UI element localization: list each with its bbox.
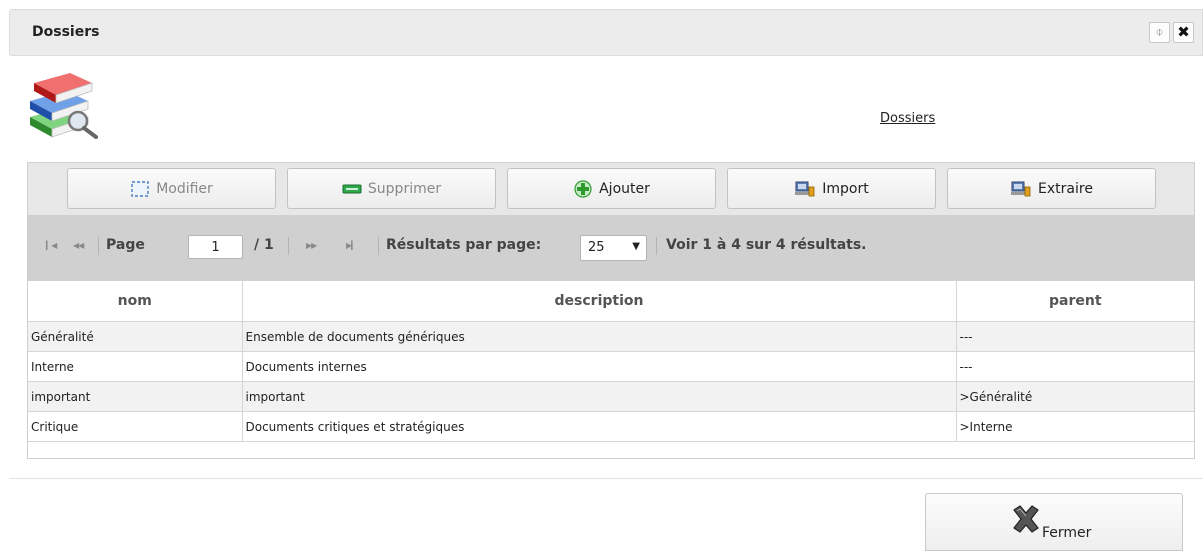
table-row[interactable]: Généralité Ensemble de documents génériq…: [28, 321, 1194, 352]
fermer-button[interactable]: Fermer: [925, 493, 1183, 551]
modifier-label: Modifier: [156, 180, 213, 197]
grid-toolbar: Modifier Supprimer Ajouter Import Extrai…: [28, 163, 1194, 215]
window-titlebar: Dossiers ⌽ ✖: [9, 9, 1203, 56]
ajouter-button[interactable]: Ajouter: [507, 168, 716, 209]
extraire-button[interactable]: Extraire: [947, 168, 1156, 209]
per-page-value: 25: [588, 240, 605, 255]
cell-description: important: [242, 381, 957, 412]
dossiers-grid: Modifier Supprimer Ajouter Import Extrai…: [27, 162, 1195, 459]
ajouter-label: Ajouter: [599, 180, 650, 197]
breadcrumb-dossiers-link[interactable]: Dossiers: [880, 111, 935, 126]
supprimer-button[interactable]: Supprimer: [287, 168, 496, 209]
page-number-input[interactable]: [188, 235, 243, 259]
fermer-label: Fermer: [1042, 525, 1092, 541]
import-label: Import: [822, 180, 869, 197]
import-button[interactable]: Import: [727, 168, 936, 209]
edit-frame-icon: [131, 180, 149, 197]
extraire-label: Extraire: [1038, 180, 1093, 197]
window-title: Dossiers: [32, 24, 100, 40]
column-header-parent[interactable]: parent: [956, 281, 1194, 322]
results-summary: Voir 1 à 4 sur 4 résultats.: [666, 237, 867, 253]
refresh-button[interactable]: ⌽: [1149, 22, 1170, 43]
column-header-nom[interactable]: nom: [28, 281, 243, 322]
cell-description: Ensemble de documents génériques: [242, 321, 957, 352]
table-row[interactable]: important important >Généralité: [28, 381, 1194, 412]
pager-separator: [288, 237, 289, 255]
supprimer-label: Supprimer: [367, 180, 442, 197]
cell-parent: >Généralité: [956, 381, 1194, 412]
first-page-icon[interactable]: ▎◀: [46, 241, 57, 250]
refresh-icon: ⌽: [1155, 25, 1164, 40]
plus-icon: [574, 179, 592, 198]
grid-pager: ▎◀ ◀◀ Page / 1 ▶▶ ▶▎ Résultats par page:…: [28, 215, 1194, 281]
cell-parent: >Interne: [956, 411, 1194, 442]
table-header-row: nom description parent: [28, 281, 1194, 322]
cell-description: Documents critiques et stratégiques: [242, 411, 957, 442]
footer-divider: [9, 478, 1203, 479]
close-icon: ✖: [1177, 23, 1190, 41]
import-icon: [795, 181, 815, 196]
last-page-icon[interactable]: ▶▎: [346, 241, 357, 250]
total-pages: / 1: [254, 237, 274, 253]
close-x-icon: [1013, 505, 1039, 533]
table-row[interactable]: Critique Documents critiques et stratégi…: [28, 411, 1194, 442]
chevron-down-icon: ▼: [632, 241, 640, 252]
minus-icon: [342, 184, 362, 193]
page-label: Page: [106, 237, 145, 253]
column-header-description[interactable]: description: [242, 281, 957, 322]
prev-page-icon[interactable]: ◀◀: [73, 241, 84, 250]
cell-nom: Interne: [28, 351, 243, 382]
next-page-icon[interactable]: ▶▶: [306, 241, 317, 250]
per-page-select[interactable]: 25 ▼: [580, 235, 647, 261]
cell-nom: Généralité: [28, 321, 243, 352]
cell-parent: ---: [956, 351, 1194, 382]
pager-separator: [656, 237, 657, 255]
cell-nom: Critique: [28, 411, 243, 442]
per-page-label: Résultats par page:: [386, 237, 542, 253]
books-icon: [30, 73, 98, 139]
window-close-button[interactable]: ✖: [1173, 22, 1194, 43]
table-row[interactable]: Interne Documents internes ---: [28, 351, 1194, 382]
pager-separator: [98, 237, 99, 255]
pager-separator: [378, 237, 379, 255]
cell-parent: ---: [956, 321, 1194, 352]
extract-icon: [1011, 181, 1031, 196]
cell-description: Documents internes: [242, 351, 957, 382]
dossiers-table: nom description parent Généralité Ensemb…: [28, 281, 1194, 442]
cell-nom: important: [28, 381, 243, 412]
modifier-button[interactable]: Modifier: [67, 168, 276, 209]
